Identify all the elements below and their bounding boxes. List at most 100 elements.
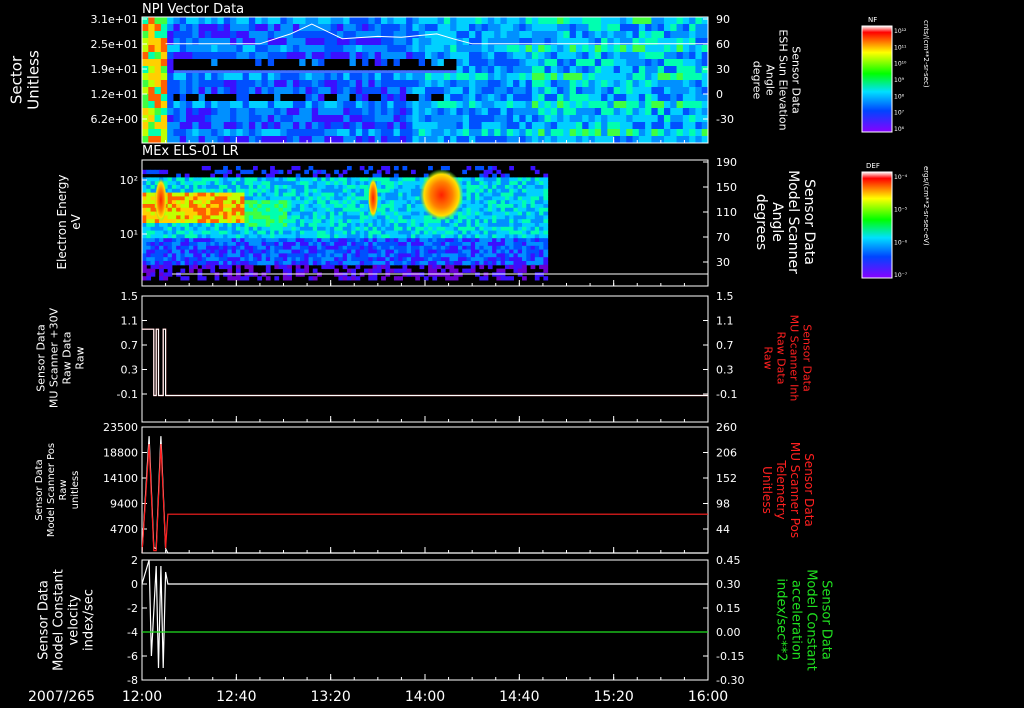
heatmap-cell <box>410 261 416 266</box>
heatmap-cell <box>607 115 615 123</box>
heatmap-cell <box>453 234 459 239</box>
heatmap-cell <box>412 80 420 88</box>
heatmap-cell <box>531 52 539 60</box>
heatmap-cell <box>437 24 445 32</box>
heatmap-cell <box>349 129 357 137</box>
heatmap-cell <box>267 31 275 39</box>
heatmap-cell <box>192 122 200 130</box>
heatmap-cell <box>544 87 552 95</box>
heatmap-cell <box>393 188 399 194</box>
heatmap-cell <box>381 242 386 247</box>
heatmap-cell <box>569 108 577 116</box>
heatmap-cell <box>329 249 335 254</box>
heatmap-cell <box>359 200 365 205</box>
heatmap-cell <box>299 38 307 46</box>
heatmap-cell <box>701 122 709 130</box>
heatmap-cell <box>453 257 459 262</box>
heatmap-cell <box>308 200 314 205</box>
heatmap-cell <box>539 185 544 190</box>
heatmap-cell <box>338 196 344 201</box>
heatmap-cell <box>506 115 514 123</box>
electron-burst <box>419 169 464 221</box>
heatmap-cell <box>539 177 544 182</box>
heatmap-cell <box>431 52 439 60</box>
heatmap-cell <box>261 242 267 247</box>
heatmap-cell <box>184 242 190 247</box>
heatmap-cell <box>201 264 207 270</box>
heatmap-cell <box>575 108 583 116</box>
heatmap-cell <box>569 101 577 109</box>
heatmap-cell <box>607 129 615 137</box>
heatmap-cell <box>167 31 174 39</box>
heatmap-cell <box>198 31 206 39</box>
heatmap-cell <box>607 31 615 39</box>
heatmap-cell <box>423 261 429 266</box>
heatmap-cell <box>475 129 483 137</box>
heatmap-cell <box>563 87 571 95</box>
heatmap-cell <box>167 115 174 123</box>
heatmap-cell <box>154 129 162 137</box>
heatmap-cell <box>255 24 262 32</box>
heatmap-cell <box>223 215 228 220</box>
heatmap-cell <box>192 87 200 95</box>
heatmap-cell <box>462 249 468 254</box>
heatmap-cell <box>519 115 527 123</box>
heatmap-cell <box>159 276 164 281</box>
heatmap-cell <box>227 196 233 201</box>
heatmap-cell <box>334 207 339 213</box>
heatmap-cell <box>387 59 395 67</box>
heatmap-cell <box>223 115 231 123</box>
heatmap-cell <box>385 207 391 213</box>
heatmap-cell <box>146 261 152 266</box>
heatmap-cell <box>188 219 194 224</box>
heatmap-cell <box>317 238 322 243</box>
heatmap-cell <box>342 181 348 186</box>
heatmap-cell <box>466 268 472 273</box>
heatmap-cell <box>278 261 284 266</box>
heatmap-cell <box>372 173 378 178</box>
heatmap-cell <box>469 108 476 116</box>
heatmap-cell <box>492 166 497 171</box>
heatmap-cell <box>479 261 485 266</box>
heatmap-cell <box>248 31 256 39</box>
heatmap-cell <box>274 59 281 67</box>
heatmap-cell <box>594 115 602 123</box>
heatmap-cell <box>682 108 690 116</box>
heatmap-cell <box>176 173 181 178</box>
heatmap-cell <box>325 207 331 213</box>
heatmap-cell <box>193 177 199 182</box>
heatmap-cell <box>244 181 250 186</box>
heatmap-cell <box>163 230 169 235</box>
heatmap-cell <box>436 272 442 277</box>
heatmap-cell <box>517 200 523 205</box>
heatmap-cell <box>223 177 228 182</box>
heatmap-cell <box>299 31 307 39</box>
heatmap-cell <box>146 211 152 216</box>
heatmap-cell <box>231 249 237 254</box>
heatmap-cell <box>670 115 678 123</box>
heatmap-cell <box>393 276 399 281</box>
heatmap-cell <box>362 45 369 53</box>
heatmap-cell <box>588 31 596 39</box>
heatmap-cell <box>569 87 577 95</box>
heatmap-cell <box>682 87 690 95</box>
heatmap-cell <box>308 223 314 228</box>
heatmap-cell <box>148 73 156 81</box>
heatmap-cell <box>321 169 327 175</box>
heatmap-cell <box>173 59 181 67</box>
heatmap-cell <box>522 230 527 235</box>
heatmap-cell <box>487 177 493 182</box>
heatmap-cell <box>171 211 177 216</box>
heatmap-cell <box>292 17 300 25</box>
heatmap-cell <box>349 94 357 102</box>
heatmap-cell <box>563 52 571 60</box>
heatmap-cell <box>453 249 459 254</box>
heatmap-cell <box>343 115 351 123</box>
heatmap-cell <box>381 207 386 213</box>
heatmap-cell <box>470 253 476 258</box>
heatmap-cell <box>462 24 470 32</box>
heatmap-cell <box>517 249 523 254</box>
heatmap-cell <box>324 87 332 95</box>
heatmap-cell <box>487 181 493 186</box>
heatmap-cell <box>479 204 485 209</box>
